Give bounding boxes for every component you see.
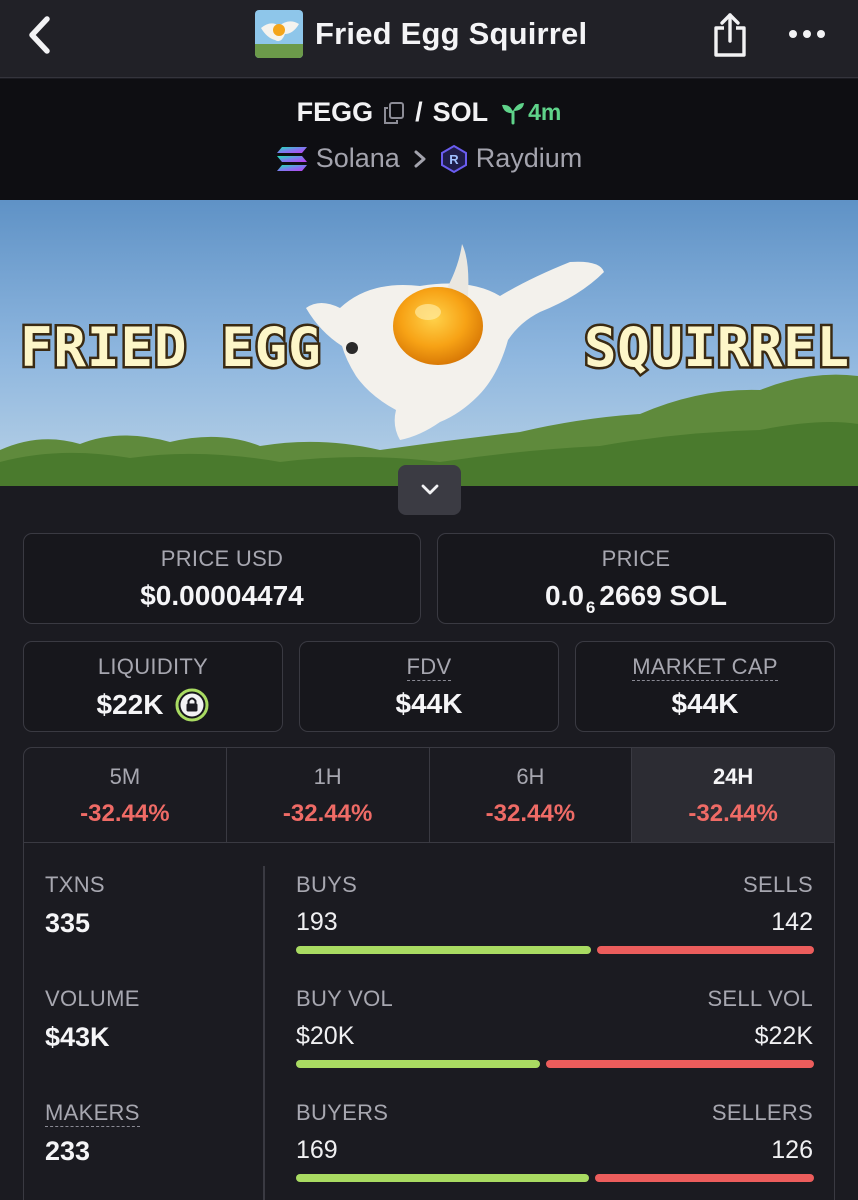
price-usd-label: PRICE USD (160, 546, 284, 571)
price-native-card: PRICE 0.0 6 2669 SOL (437, 533, 835, 624)
tab-label: 5M (109, 764, 141, 789)
fdv-value: $44K (395, 688, 463, 719)
market-cap-value: $44K (671, 688, 739, 719)
price-native-value: 0.0 6 2669 SOL (438, 580, 834, 617)
market-cap-label[interactable]: MARKET CAP (632, 654, 778, 681)
fdv-label-wrap: FDV (300, 654, 558, 681)
pair-line: FEGG / SOL 4m (0, 97, 858, 128)
market-cap-card: MARKET CAP $44K (575, 641, 835, 732)
price-suffix: 2669 SOL (599, 580, 728, 611)
token-banner-image: FRIED EGG SQUIRREL (0, 200, 858, 486)
timeframe-tabs: 5M -32.44% 1H -32.44% 6H -32.44% 24H -32… (23, 747, 835, 843)
sellers-label: SELLERS (711, 1100, 813, 1125)
tab-24h[interactable]: 24H -32.44% (632, 748, 834, 842)
buy-vol-bar-fill (296, 1060, 540, 1068)
banner-left-text: FRIED EGG (20, 316, 322, 379)
chain-name: Solana (315, 143, 400, 173)
price-usd-value: $0.00004474 (140, 580, 304, 611)
makers-label[interactable]: MAKERS (45, 1100, 140, 1127)
volume-value: $43K (45, 1022, 110, 1052)
chevron-right-icon (414, 150, 426, 167)
more-options-button[interactable] (780, 14, 834, 54)
tab-label: 6H (516, 764, 545, 789)
pair-age: 4m (528, 99, 562, 125)
sell-vol-label: SELL VOL (707, 986, 813, 1011)
sells-label: SELLS (743, 872, 813, 897)
sell-vol-value: $22K (754, 1022, 813, 1050)
expand-button[interactable] (398, 465, 461, 515)
buyers-sellers-bar (296, 1174, 814, 1182)
base-symbol: FEGG (296, 97, 374, 127)
sells-bar-fill (597, 946, 814, 954)
chain-link[interactable]: Solana (276, 143, 400, 174)
buyers-value: 169 (296, 1136, 338, 1164)
token-avatar (255, 10, 303, 58)
copy-address-icon[interactable] (383, 101, 405, 125)
pair-age-badge: 4m (500, 99, 561, 126)
chevron-down-icon (421, 484, 438, 495)
tab-change: -32.44% (485, 800, 576, 827)
tab-label: 1H (313, 764, 342, 789)
buys-value: 193 (296, 908, 338, 936)
market-cap-label-wrap: MARKET CAP (576, 654, 834, 681)
pair-separator: / (415, 97, 423, 127)
txns-value: 335 (45, 908, 91, 938)
price-native-label: PRICE (601, 546, 671, 571)
volume-label: VOLUME (45, 986, 140, 1011)
svg-text:R: R (449, 152, 459, 167)
liquidity-value-row: $22K (24, 688, 282, 722)
lock-icon[interactable] (175, 688, 209, 722)
tab-change: -32.44% (80, 800, 170, 827)
back-button[interactable] (18, 12, 62, 58)
tab-6h[interactable]: 6H -32.44% (430, 748, 633, 842)
buyers-label: BUYERS (296, 1100, 389, 1125)
stats-divider (263, 866, 265, 1200)
fdv-card: FDV $44K (299, 641, 559, 732)
buyers-bar-fill (296, 1174, 589, 1182)
price-usd-card: PRICE USD $0.00004474 (23, 533, 421, 624)
tab-label: 24H (712, 764, 754, 789)
sells-value: 142 (771, 908, 813, 936)
makers-label-wrap: MAKERS (45, 1100, 140, 1127)
buy-vol-label: BUY VOL (296, 986, 394, 1011)
pair-header: FEGG / SOL 4m Solana R Raydium (0, 79, 858, 200)
sell-vol-bar-fill (546, 1060, 814, 1068)
chevron-left-icon (29, 16, 50, 54)
buy-vol-value: $20K (296, 1022, 355, 1050)
share-icon (714, 13, 746, 57)
liquidity-card: LIQUIDITY $22K (23, 641, 283, 732)
sellers-bar-fill (595, 1174, 814, 1182)
fdv-label[interactable]: FDV (406, 654, 452, 681)
solana-icon (276, 146, 307, 171)
buys-bar-fill (296, 946, 591, 954)
chain-breadcrumb: Solana R Raydium (0, 143, 858, 174)
liquidity-label: LIQUIDITY (97, 654, 209, 679)
buys-sells-bar (296, 946, 814, 954)
title-group: Fried Egg Squirrel (255, 10, 587, 58)
share-button[interactable] (708, 10, 752, 60)
more-horizontal-icon (789, 30, 825, 38)
quote-symbol: SOL (432, 97, 489, 127)
txns-label: TXNS (45, 872, 105, 897)
banner-right-text: SQUIRREL (584, 316, 850, 379)
tab-1h[interactable]: 1H -32.44% (227, 748, 430, 842)
volume-bar (296, 1060, 814, 1068)
makers-value: 233 (45, 1136, 91, 1166)
top-bar: Fried Egg Squirrel (0, 0, 858, 78)
dex-link[interactable]: R Raydium (440, 143, 583, 174)
tab-change: -32.44% (688, 800, 778, 827)
tab-change: -32.44% (282, 800, 373, 827)
page-title: Fried Egg Squirrel (315, 16, 588, 51)
liquidity-value: $22K (96, 689, 164, 720)
transaction-stats: TXNS 335 VOLUME $43K MAKERS 233 BUYS SEL… (23, 842, 835, 1200)
sprout-icon (502, 102, 525, 124)
price-prefix: 0.0 (544, 580, 584, 611)
tab-5m[interactable]: 5M -32.44% (24, 748, 227, 842)
buys-label: BUYS (296, 872, 358, 897)
sellers-value: 126 (771, 1136, 813, 1164)
dex-name: Raydium (475, 143, 583, 173)
raydium-icon: R (440, 144, 467, 173)
price-zero-count: 6 (585, 598, 596, 617)
